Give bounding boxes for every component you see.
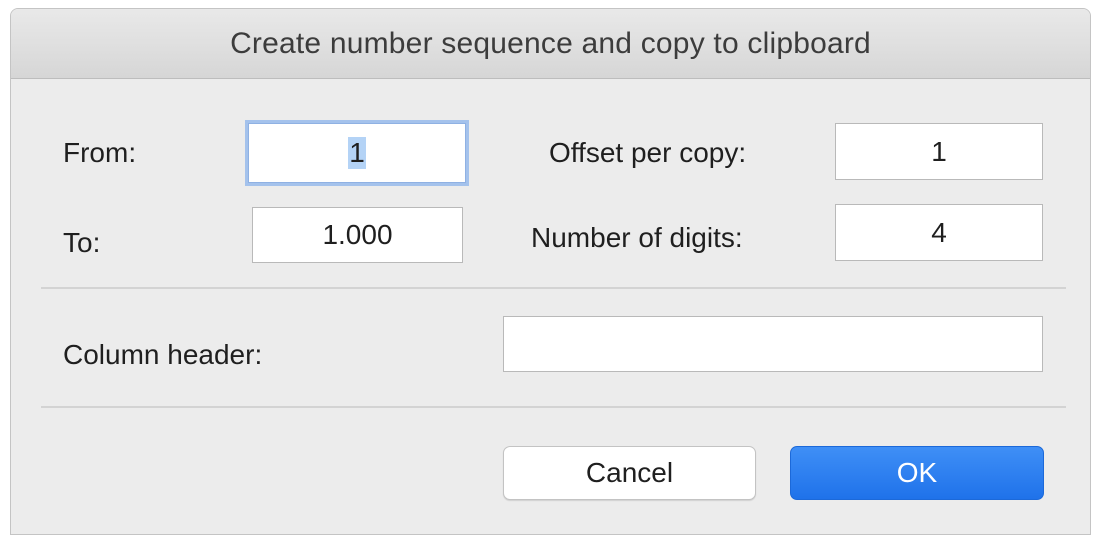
- to-value: 1.000: [322, 219, 393, 250]
- to-input[interactable]: 1.000: [252, 207, 463, 263]
- to-label: To:: [63, 227, 101, 258]
- number-sequence-dialog: Create number sequence and copy to clipb…: [10, 8, 1091, 535]
- number-of-digits-input[interactable]: 4: [835, 204, 1043, 261]
- column-header-input[interactable]: [503, 316, 1043, 372]
- divider-top: [41, 287, 1066, 289]
- ok-button[interactable]: OK: [790, 446, 1044, 500]
- cancel-button-label: Cancel: [585, 457, 674, 488]
- ok-button-label: OK: [896, 457, 938, 488]
- divider-bottom: [41, 406, 1066, 408]
- dialog-titlebar: Create number sequence and copy to clipb…: [11, 9, 1090, 79]
- column-header-label: Column header:: [63, 339, 263, 370]
- number-of-digits-label: Number of digits:: [531, 222, 743, 253]
- offset-per-copy-label: Offset per copy:: [549, 137, 747, 168]
- from-label: From:: [63, 137, 137, 168]
- from-value: 1: [348, 137, 366, 169]
- offset-per-copy-input[interactable]: 1: [835, 123, 1043, 180]
- offset-per-copy-value: 1: [931, 135, 947, 167]
- number-of-digits-value: 4: [931, 216, 947, 248]
- dialog-title: Create number sequence and copy to clipb…: [230, 26, 871, 60]
- cancel-button[interactable]: Cancel: [503, 446, 756, 500]
- from-input[interactable]: 1: [248, 123, 466, 183]
